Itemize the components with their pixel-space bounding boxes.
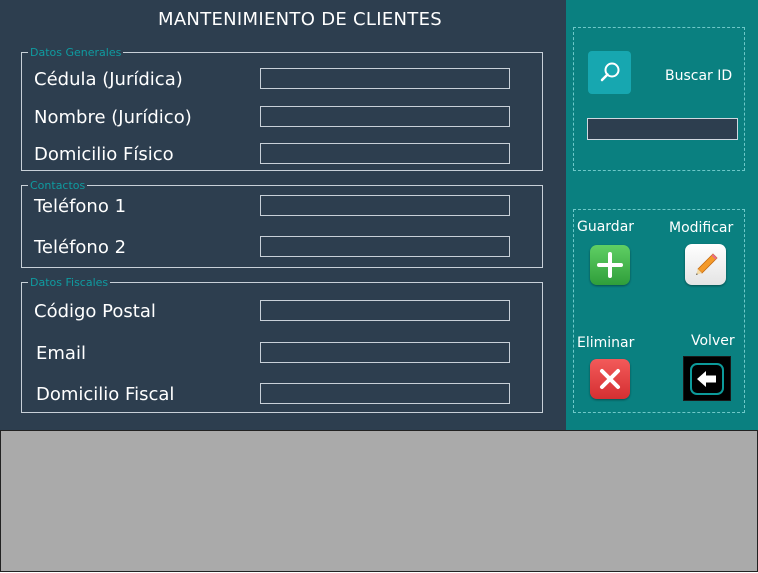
group-general-legend: Datos Generales [28,46,124,59]
delete-button[interactable] [590,359,630,399]
back-button-inner [690,362,724,395]
domicilio-fisico-label: Domicilio Físico [34,144,174,165]
back-button[interactable] [683,356,731,401]
group-fiscal-legend: Datos Fiscales [28,276,111,289]
domicilio-fisico-input[interactable] [260,143,510,164]
cedula-input[interactable] [260,68,510,89]
plus-icon [597,252,623,278]
telefono1-input[interactable] [260,195,510,216]
domicilio-fiscal-input[interactable] [260,383,510,404]
form-panel: MANTENIMIENTO DE CLIENTES Datos Generale… [0,0,566,430]
cedula-label: Cédula (Jurídica) [34,69,183,90]
bottom-panel [0,430,758,572]
modify-button[interactable] [685,244,726,285]
save-label: Guardar [577,219,635,235]
x-icon [600,369,620,389]
email-label: Email [36,343,86,364]
page-title: MANTENIMIENTO DE CLIENTES [157,9,442,30]
nombre-label: Nombre (Jurídico) [34,107,192,128]
codigo-postal-input[interactable] [260,300,510,321]
telefono2-label: Teléfono 2 [34,237,127,258]
delete-label: Eliminar [577,335,635,351]
search-icon [600,62,619,81]
nombre-input[interactable] [260,106,510,127]
domicilio-fiscal-label: Domicilio Fiscal [36,384,175,405]
save-button[interactable] [590,245,630,285]
side-panel: Buscar ID Guardar Modificar Eliminar Vol… [566,0,758,430]
search-button[interactable] [588,51,631,94]
group-contacts-legend: Contactos [28,179,88,192]
back-label: Volver [691,333,735,349]
search-label: Buscar ID [665,68,733,84]
search-box [573,27,745,171]
email-input[interactable] [260,342,510,363]
telefono2-input[interactable] [260,236,510,257]
back-arrow-icon [697,370,716,387]
pencil-icon [695,252,718,275]
modify-label: Modificar [669,220,734,236]
search-input[interactable] [587,118,738,140]
telefono1-label: Teléfono 1 [34,196,127,217]
codigo-postal-label: Código Postal [34,301,156,322]
